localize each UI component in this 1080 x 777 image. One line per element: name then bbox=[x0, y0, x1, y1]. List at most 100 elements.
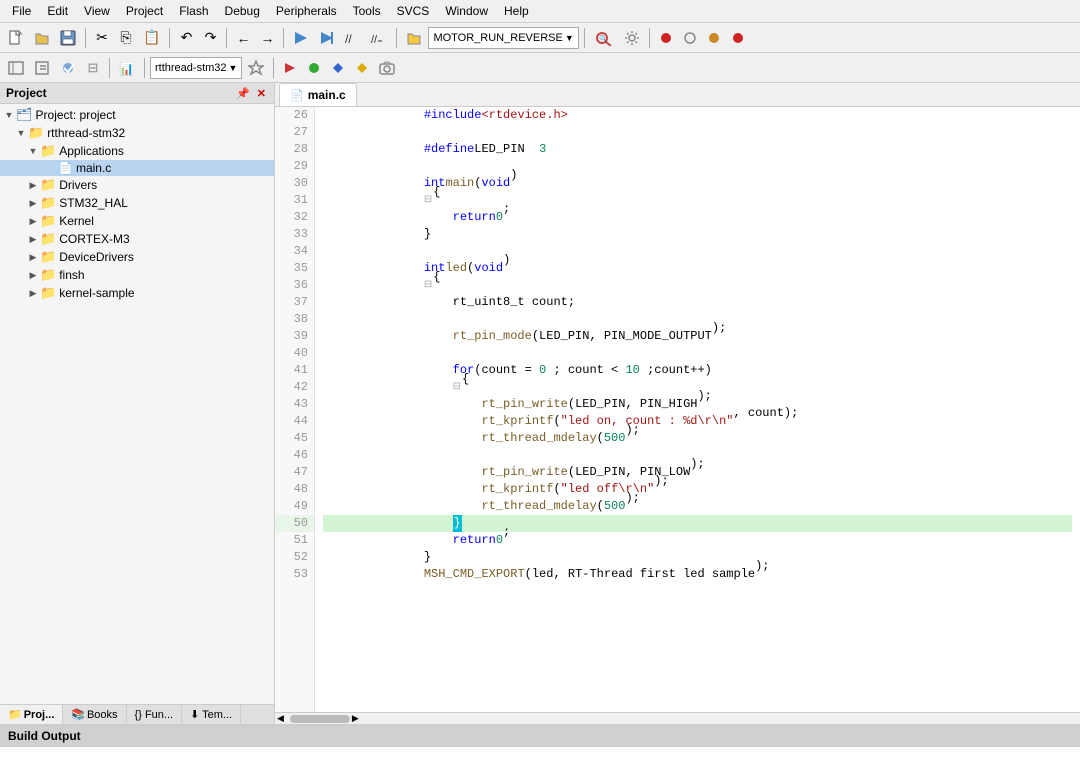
new-button[interactable] bbox=[4, 27, 28, 49]
undo-button[interactable]: ↶ bbox=[175, 27, 197, 49]
tree-item-stm32hal[interactable]: ▶ 📁 STM32_HAL bbox=[0, 194, 274, 212]
build-btn4[interactable]: //₌ bbox=[367, 27, 391, 49]
menu-flash[interactable]: Flash bbox=[171, 2, 216, 20]
project-panel-tabs: 📁 Proj... 📚 Books {} Fun... ⬇ Tem... bbox=[0, 704, 274, 724]
tree-item-kernelsample[interactable]: ▶ 📁 kernel-sample bbox=[0, 284, 274, 302]
panel-pin-btn[interactable]: 📌 bbox=[234, 87, 252, 100]
menu-svcs[interactable]: SVCS bbox=[389, 2, 438, 20]
proj-tab-fun[interactable]: {} Fun... bbox=[127, 705, 183, 724]
menu-tools[interactable]: Tools bbox=[345, 2, 389, 20]
menu-view[interactable]: View bbox=[76, 2, 118, 20]
tb2-settings-btn[interactable] bbox=[244, 57, 268, 79]
hscroll-right-btn[interactable]: ▶ bbox=[350, 713, 361, 724]
menu-project[interactable]: Project bbox=[118, 2, 171, 20]
tree-item-mainc[interactable]: 📄 main.c bbox=[0, 160, 274, 176]
tree-item-finsh[interactable]: ▶ 📁 finsh bbox=[0, 266, 274, 284]
red-circle-btn[interactable] bbox=[655, 27, 677, 49]
menu-file[interactable]: File bbox=[4, 2, 39, 20]
panel-close-btn[interactable]: ✕ bbox=[255, 87, 268, 100]
code-line-29 bbox=[323, 158, 1072, 175]
tree-expand-finsh[interactable]: ▶ bbox=[28, 270, 38, 281]
orange-circle-btn[interactable] bbox=[703, 27, 725, 49]
tree-expand-kernelsample[interactable]: ▶ bbox=[28, 288, 38, 299]
tree-expand-drivers[interactable]: ▶ bbox=[28, 180, 38, 191]
build-btn1[interactable] bbox=[289, 27, 313, 49]
tree-expand-kernel[interactable]: ▶ bbox=[28, 216, 38, 227]
tb2-btn2[interactable] bbox=[30, 57, 54, 79]
tree-item-drivers[interactable]: ▶ 📁 Drivers bbox=[0, 176, 274, 194]
project-dropdown[interactable]: rtthread-stm32 ▼ bbox=[150, 57, 242, 79]
line-numbers: 26 27 28 29 30 31 32 33 34 35 36 37 38 3… bbox=[275, 107, 315, 712]
tree-expand-root[interactable]: ▼ bbox=[4, 110, 14, 120]
open-button[interactable] bbox=[30, 27, 54, 49]
project-panel-header: Project 📌 ✕ bbox=[0, 83, 274, 104]
main-area: Project 📌 ✕ ▼ 🗂 Project: project ▼ 📁 rtt… bbox=[0, 83, 1080, 724]
code-line-53: MSH_CMD_EXPORT(led, RT-Thread first led … bbox=[323, 566, 1072, 583]
settings-btn[interactable] bbox=[620, 27, 644, 49]
inspect-btn[interactable]: 🔍 bbox=[590, 27, 618, 49]
proj-tab-project[interactable]: 📁 Proj... bbox=[0, 705, 63, 724]
ln-47: 47 bbox=[275, 464, 314, 481]
tb2-btn3[interactable] bbox=[56, 57, 80, 79]
white-circle-btn[interactable] bbox=[679, 27, 701, 49]
proj-tab-tem[interactable]: ⬇ Tem... bbox=[182, 705, 241, 724]
tb2-btn4[interactable]: ⊟ bbox=[82, 57, 104, 79]
menu-debug[interactable]: Debug bbox=[217, 2, 268, 20]
proj-tab-books[interactable]: 📚 Books bbox=[63, 705, 126, 724]
tb2-red-btn[interactable] bbox=[279, 57, 301, 79]
code-content[interactable]: #include <rtdevice.h> #define LED_PIN 3 … bbox=[315, 107, 1080, 712]
menu-edit[interactable]: Edit bbox=[39, 2, 76, 20]
tb2-green-btn[interactable] bbox=[303, 57, 325, 79]
tree-item-cortexm3[interactable]: ▶ 📁 CORTEX-M3 bbox=[0, 230, 274, 248]
proj-tab-books-label: Books bbox=[87, 709, 118, 721]
copy-button[interactable]: ⎘ bbox=[115, 27, 137, 49]
hscroll-thumb[interactable] bbox=[290, 715, 350, 723]
menu-help[interactable]: Help bbox=[496, 2, 537, 20]
menu-peripherals[interactable]: Peripherals bbox=[268, 2, 345, 20]
editor-tab-mainc[interactable]: 📄 main.c bbox=[279, 83, 357, 106]
tb2-camera-btn[interactable] bbox=[375, 57, 399, 79]
paste-button[interactable]: 📋 bbox=[139, 27, 164, 49]
menu-window[interactable]: Window bbox=[437, 2, 496, 20]
ln-51: 51 bbox=[275, 532, 314, 549]
project-panel: Project 📌 ✕ ▼ 🗂 Project: project ▼ 📁 rtt… bbox=[0, 83, 275, 724]
code-editor[interactable]: 26 27 28 29 30 31 32 33 34 35 36 37 38 3… bbox=[275, 107, 1080, 712]
ln-39: 39 bbox=[275, 328, 314, 345]
folder-drivers-icon: 📁 bbox=[40, 177, 56, 193]
tree-expand-devicedrivers[interactable]: ▶ bbox=[28, 252, 38, 263]
horizontal-scrollbar[interactable]: ◀ ▶ bbox=[275, 712, 1080, 724]
tree-expand-cortexm3[interactable]: ▶ bbox=[28, 234, 38, 245]
tree-item-rtthread[interactable]: ▼ 📁 rtthread-stm32 bbox=[0, 124, 274, 142]
redo-button[interactable]: ↷ bbox=[199, 27, 221, 49]
nav-back-button[interactable]: ← bbox=[232, 27, 254, 49]
tree-expand-applications[interactable]: ▼ bbox=[28, 146, 38, 156]
tb2-btn5[interactable]: 📊 bbox=[115, 57, 139, 79]
code-line-34 bbox=[323, 243, 1072, 260]
build-btn3[interactable]: // bbox=[341, 27, 365, 49]
open-file-btn[interactable] bbox=[402, 27, 426, 49]
nav-forward-button[interactable]: → bbox=[256, 27, 278, 49]
proj-tab-project-icon: 📁 bbox=[8, 708, 22, 721]
tb2-btn1[interactable] bbox=[4, 57, 28, 79]
tree-item-devicedrivers[interactable]: ▶ 📁 DeviceDrivers bbox=[0, 248, 274, 266]
build-btn2[interactable] bbox=[315, 27, 339, 49]
save-button[interactable] bbox=[56, 27, 80, 49]
tb2-blue-diamond[interactable] bbox=[327, 57, 349, 79]
project-root-icon: 🗂 bbox=[16, 107, 33, 123]
target-dropdown[interactable]: MOTOR_RUN_REVERSE ▼ bbox=[428, 27, 578, 49]
red-circle2-btn[interactable] bbox=[727, 27, 749, 49]
separator-10 bbox=[273, 58, 274, 78]
cut-button[interactable]: ✂ bbox=[91, 27, 113, 49]
tb2-yellow-diamond[interactable] bbox=[351, 57, 373, 79]
ln-38: 38 bbox=[275, 311, 314, 328]
proj-tab-tem-label: ⬇ Tem... bbox=[190, 708, 232, 721]
editor-tab-icon: 📄 bbox=[290, 89, 304, 102]
tree-item-kernel[interactable]: ▶ 📁 Kernel bbox=[0, 212, 274, 230]
hscroll-left-btn[interactable]: ◀ bbox=[275, 713, 286, 724]
tree-expand-stm32hal[interactable]: ▶ bbox=[28, 198, 38, 209]
code-line-28: #define LED_PIN 3 bbox=[323, 141, 1072, 158]
tree-item-applications[interactable]: ▼ 📁 Applications bbox=[0, 142, 274, 160]
tree-label-kernelsample: kernel-sample bbox=[59, 286, 134, 300]
tree-expand-rtthread[interactable]: ▼ bbox=[16, 128, 26, 138]
tree-item-project-root[interactable]: ▼ 🗂 Project: project bbox=[0, 106, 274, 124]
